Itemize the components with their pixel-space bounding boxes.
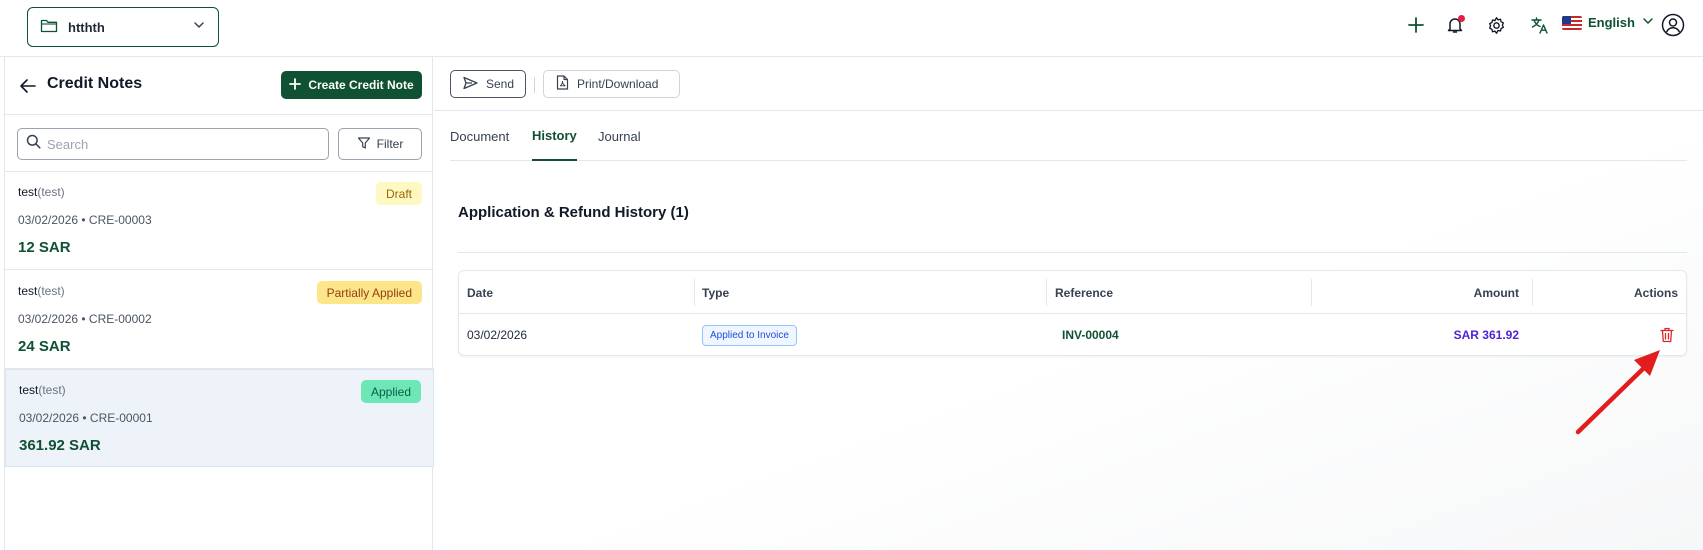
column-header-amount: Amount: [1473, 285, 1519, 300]
customer-alias: (test): [37, 284, 65, 298]
plus-icon[interactable]: [1405, 14, 1427, 36]
search-box[interactable]: [17, 128, 329, 160]
type-badge: Applied to Invoice: [702, 324, 797, 346]
column-separator: [1532, 279, 1533, 306]
note-amount: 12 SAR: [18, 239, 71, 256]
row-type: Applied to Invoice: [702, 314, 797, 355]
column-separator: [1311, 279, 1312, 306]
gear-icon[interactable]: [1485, 14, 1507, 36]
delete-button[interactable]: [1660, 327, 1674, 343]
customer-alias: (test): [38, 383, 66, 397]
history-title: Application & Refund History (1): [458, 204, 689, 221]
tab-document[interactable]: Document: [450, 111, 509, 161]
credit-note-item[interactable]: test(test) Partially Applied 03/02/2026 …: [5, 271, 434, 369]
tab-journal[interactable]: Journal: [598, 111, 641, 161]
tab-history[interactable]: History: [532, 111, 577, 161]
row-reference: INV-00004: [1062, 314, 1119, 355]
note-meta: 03/02/2026 • CRE-00002: [18, 312, 152, 326]
note-amount: 24 SAR: [18, 338, 71, 355]
customer-name: test(test): [18, 284, 65, 298]
pdf-file-icon: [556, 75, 569, 93]
invoice-reference-link[interactable]: INV-00004: [1062, 328, 1119, 342]
language-select[interactable]: English: [1562, 14, 1655, 31]
trash-icon: [1660, 327, 1674, 343]
status-badge: Applied: [360, 380, 421, 403]
column-header-date: Date: [467, 285, 494, 300]
history-table: Date Type Reference Amount Actions 03/02…: [458, 270, 1687, 356]
credit-note-detail: Send Print/Download Document History Jou…: [434, 57, 1703, 550]
notification-dot: [1458, 15, 1465, 22]
detail-tabs: Document History Journal: [450, 111, 1687, 161]
filter-label: Filter: [376, 137, 404, 151]
column-header-reference: Reference: [1055, 285, 1114, 300]
send-label: Send: [486, 77, 515, 91]
page-title: Credit Notes: [47, 75, 143, 92]
column-header-actions: Actions: [1633, 285, 1678, 300]
detail-toolbar: Send Print/Download: [434, 57, 1703, 111]
section-divider: [458, 252, 1687, 253]
search-input[interactable]: [47, 136, 320, 152]
credit-notes-header: Credit Notes Create Credit Note: [5, 57, 432, 115]
organization-name: htthth: [68, 19, 105, 35]
column-separator: [1046, 279, 1047, 306]
note-meta: 03/02/2026 • CRE-00003: [18, 213, 152, 227]
print-download-label: Print/Download: [577, 77, 659, 91]
send-icon: [463, 76, 478, 93]
credit-note-item-selected[interactable]: test(test) Applied 03/02/2026 • CRE-0000…: [5, 369, 434, 467]
chevron-down-icon: [192, 18, 206, 37]
credit-note-item[interactable]: test(test) Draft 03/02/2026 • CRE-00003 …: [5, 172, 434, 270]
amount-value: SAR 361.92: [1453, 328, 1519, 342]
customer-alias: (test): [37, 185, 65, 199]
customer-name: test(test): [19, 383, 66, 397]
filter-icon: [357, 136, 371, 153]
row-date: 03/02/2026: [467, 328, 528, 342]
print-download-button[interactable]: Print/Download: [543, 70, 680, 98]
chevron-down-icon: [1641, 14, 1655, 31]
note-amount: 361.92 SAR: [19, 437, 101, 454]
table-header: Date Type Reference Amount Actions: [459, 271, 1686, 314]
send-button[interactable]: Send: [450, 70, 526, 98]
create-credit-note-label: Create Credit Note: [308, 78, 414, 92]
folder-icon: [40, 17, 58, 38]
status-badge: Partially Applied: [316, 281, 422, 304]
toolbar-separator: [534, 77, 535, 93]
organization-select[interactable]: htthth: [27, 7, 219, 47]
create-credit-note-button[interactable]: Create Credit Note: [281, 71, 422, 99]
column-header-type: Type: [702, 285, 730, 300]
bell-icon[interactable]: [1444, 14, 1466, 36]
table-row: 03/02/2026 Applied to Invoice INV-00004 …: [459, 314, 1686, 355]
column-separator: [694, 279, 695, 306]
customer-label: test: [18, 185, 38, 199]
back-arrow-icon[interactable]: [19, 77, 37, 95]
row-actions: [1660, 314, 1674, 355]
us-flag-icon: [1562, 15, 1582, 30]
customer-label: test: [18, 284, 38, 298]
user-circle-icon[interactable]: [1660, 12, 1686, 38]
filter-button[interactable]: Filter: [338, 128, 422, 160]
plus-icon: [289, 77, 302, 93]
search-icon: [26, 134, 41, 154]
language-label: English: [1588, 15, 1635, 30]
row-amount: SAR 361.92: [1453, 314, 1519, 355]
translate-icon[interactable]: [1529, 14, 1551, 36]
top-bar: htthth English: [0, 0, 1703, 57]
customer-label: test: [19, 383, 39, 397]
note-meta: 03/02/2026 • CRE-00001: [19, 411, 153, 425]
credit-notes-panel: Credit Notes Create Credit Note Filter t…: [4, 57, 434, 550]
status-badge: Draft: [375, 182, 422, 205]
customer-name: test(test): [18, 185, 65, 199]
